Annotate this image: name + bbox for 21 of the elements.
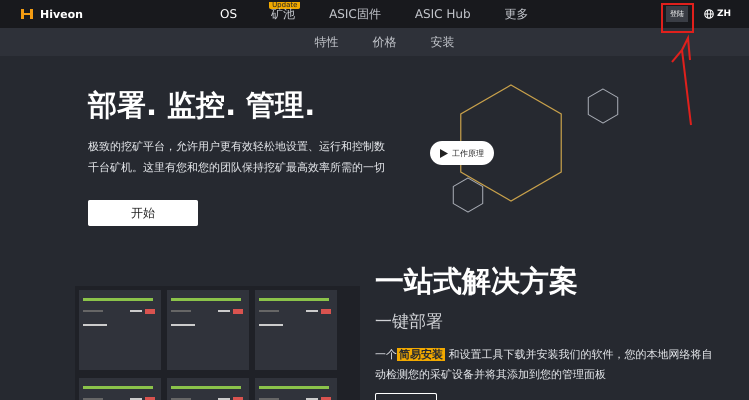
play-icon [440,148,448,158]
subnav-item[interactable]: 安装 [430,34,454,50]
nav-item[interactable]: ASIC Hub [414,7,471,21]
nav-item[interactable]: ASIC固件 [329,6,381,22]
hero-text: 极致的挖矿平台，允许用户更有效轻松地设置、运行和控制数千台矿机。这里有您和您的团队保持挖矿最高效率所需的一切 [88,139,386,176]
video-button[interactable]: 工作原理 [430,141,494,165]
hero-title: 部署. 监控. 管理. [88,87,316,124]
solution-title: 一站式解决方案 [375,263,579,300]
logo-text[interactable]: Hiveon [40,8,83,20]
nav-item[interactable]: OS [220,7,238,21]
subnav-item[interactable]: 价格 [372,34,396,50]
solution-subtitle: 一键部署 [375,311,444,333]
nav-item[interactable]: 更多 [504,6,529,22]
button-outline[interactable] [375,393,437,400]
subnav-item[interactable]: 特性 [314,34,338,50]
hexagon-outline [585,87,621,125]
solution-text: 一个简易安装 和设置工具下载并安装我们的软件，您的本地网络将自动检测您的采矿设备并将其添加到您的管理面板 [375,347,714,383]
globe-icon[interactable] [704,9,714,19]
logo-icon [20,6,34,22]
start-button[interactable]: 开始 [88,200,198,226]
language-label[interactable]: ZH [716,9,731,19]
